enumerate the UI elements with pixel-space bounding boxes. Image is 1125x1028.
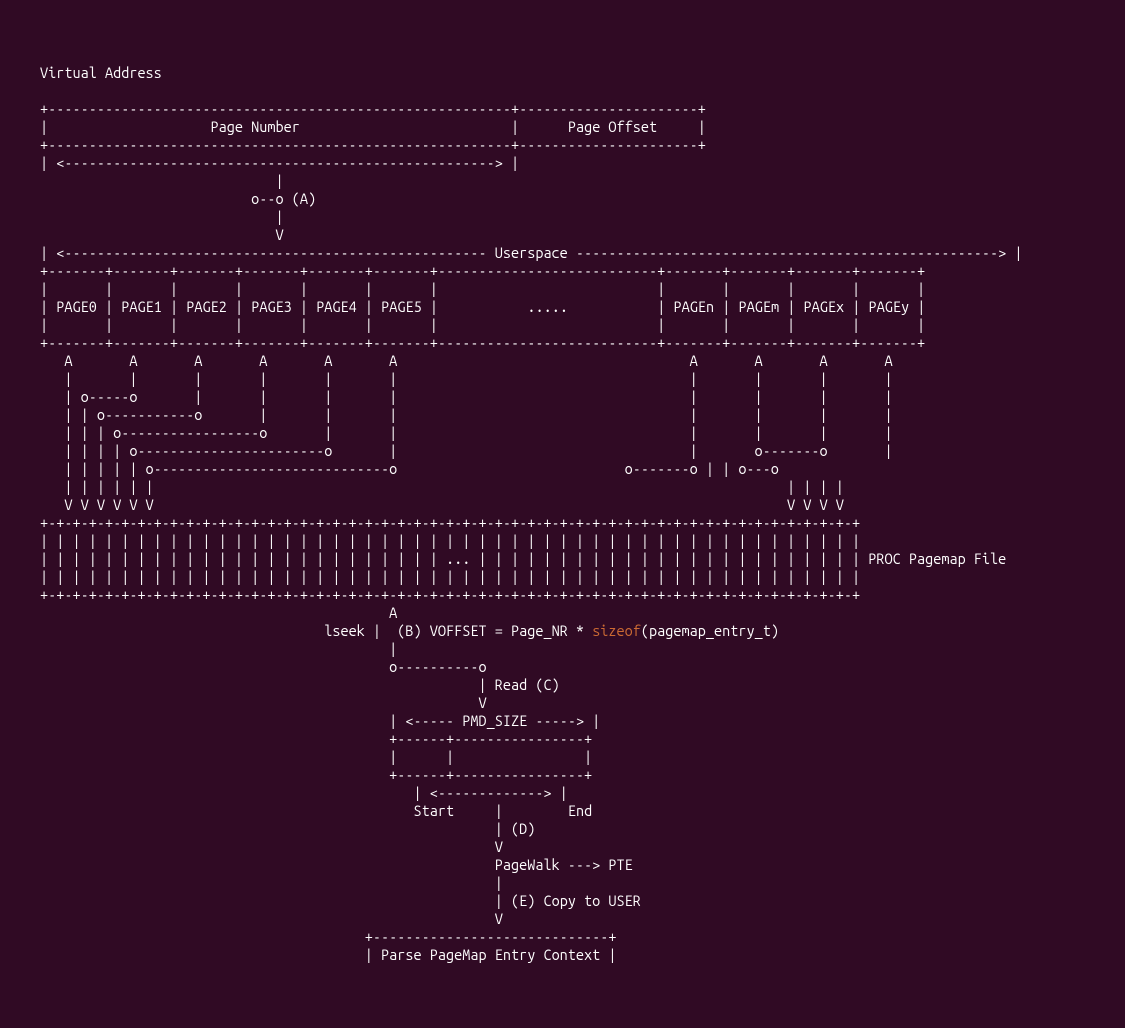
- parse-label: Parse PageMap Entry Context: [381, 946, 600, 963]
- page-m: PAGEm: [739, 298, 780, 315]
- end-label: End: [568, 802, 592, 819]
- page-4: PAGE4: [316, 298, 357, 315]
- lseek-label: lseek: [324, 622, 365, 639]
- pagemap-file-label: PROC Pagemap File: [868, 550, 1006, 567]
- page-1: PAGE1: [121, 298, 162, 315]
- step-b-prefix: (B) VOFFSET = Page_NR *: [397, 622, 592, 639]
- page-x: PAGEx: [803, 298, 844, 315]
- step-b-suffix: (pagemap_entry_t): [641, 622, 779, 639]
- step-e: (E) Copy to USER: [511, 892, 641, 909]
- read-c-label: Read (C): [495, 676, 560, 693]
- page-dots: .....: [527, 298, 568, 315]
- pmd-size-label: PMD_SIZE: [462, 712, 527, 729]
- step-d: (D): [511, 820, 535, 837]
- step-a: (A): [292, 190, 316, 207]
- sizeof-keyword: sizeof: [592, 622, 641, 639]
- page-number-label: Page Number: [211, 118, 300, 135]
- start-label: Start: [414, 802, 455, 819]
- pagewalk-label: PageWalk ---> PTE: [495, 856, 633, 873]
- page-0: PAGE0: [56, 298, 97, 315]
- page-5: PAGE5: [381, 298, 422, 315]
- userspace-label: Userspace: [495, 244, 568, 261]
- page-n: PAGEn: [674, 298, 715, 315]
- page-offset-label: Page Offset: [568, 118, 657, 135]
- page-2: PAGE2: [186, 298, 227, 315]
- page-3: PAGE3: [251, 298, 292, 315]
- page-y: PAGEy: [868, 298, 909, 315]
- diagram-title: Virtual Address: [40, 64, 162, 81]
